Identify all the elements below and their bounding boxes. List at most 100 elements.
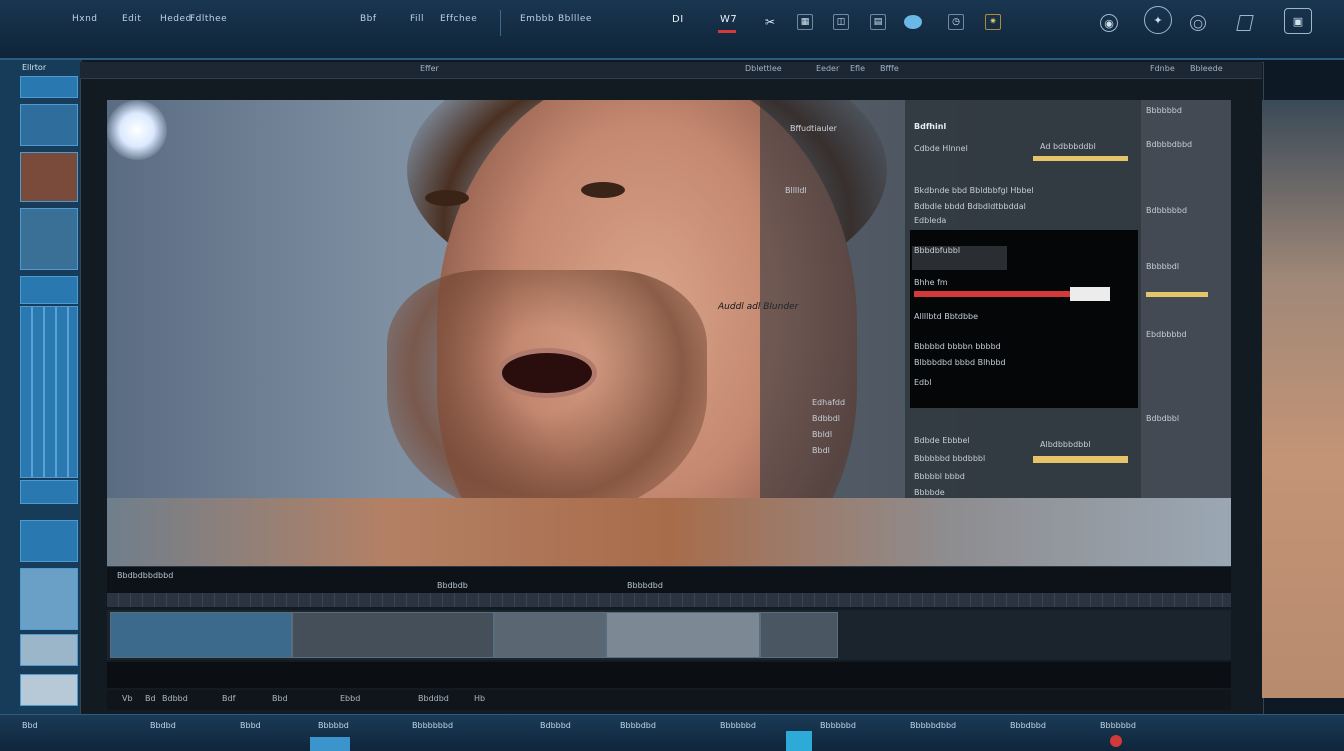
monitor-icon[interactable]: ▣ [1284,8,1312,34]
taskbar-item-9[interactable]: Bbbbbbd [820,721,856,730]
menu-item-8[interactable]: Embbb [520,14,554,24]
footer-label-5[interactable]: Bbd [272,694,288,703]
bottom-row-2[interactable]: Bbbbbbd bbdbbbl [914,454,985,463]
level-handle[interactable] [1070,287,1110,301]
search-icon[interactable]: ○ [1190,15,1206,31]
footer-label-2[interactable]: Bd [145,694,156,703]
left-panel-thumb-5[interactable] [20,276,78,304]
menu-item-1[interactable]: Hxnd [72,14,98,24]
taskbar-highlight[interactable] [786,731,812,751]
menu-item-6[interactable]: Fill [410,14,424,24]
bottom-row-1[interactable]: Bdbde Ebbbel [914,436,970,445]
properties-header: Bdfhinl [914,122,947,131]
viewer-lower-frame [107,498,1231,566]
timeline-clip[interactable] [606,612,760,658]
yellow-slider-1[interactable] [1033,156,1128,161]
right-col-item-2[interactable]: Bdbbbdbbd [1146,140,1192,149]
lens-icon[interactable] [904,15,922,29]
left-panel-thumb-4[interactable] [20,208,78,270]
taskbar-active-tab[interactable] [310,737,350,751]
taskbar-item-11[interactable]: Bbbdbbd [1010,721,1046,730]
clock-icon[interactable]: ◷ [948,14,964,30]
window-label-2[interactable]: Efle [850,64,865,73]
effect-line-2: Bbbbbd bbbbn bbbbd [914,342,1001,351]
taskbar-item-1[interactable]: Bbd [22,721,38,730]
camera-icon[interactable]: ◫ [833,14,849,30]
readout-2: W7 [720,14,738,25]
properties-row-2[interactable]: Bkdbnde bbd Bbldbbfgl Hbbel [914,186,1034,195]
timeline-empty-track[interactable] [107,662,1231,688]
left-panel-thumb-8[interactable] [20,568,78,630]
window-label-4[interactable]: Fdnbe [1150,64,1175,73]
taskbar-item-2[interactable]: Bbdbd [150,721,176,730]
right-col-item-1[interactable]: Bbbbbbd [1146,106,1182,115]
timeline-label-2: Bbdbdb [437,581,468,590]
timeline-clip[interactable] [292,612,494,658]
right-col-item-4[interactable]: Bbbbbdl [1146,262,1179,271]
mid-label-2: Bdbbdl [812,414,841,423]
window-label-5[interactable]: Bbleede [1190,64,1223,73]
window-label-1[interactable]: Eeder [816,64,839,73]
menu-item-2[interactable]: Edit [122,14,141,24]
secondary-preview [1262,100,1344,698]
right-col-item-6[interactable]: Bdbdbbl [1146,414,1179,423]
gear-icon[interactable]: ✦ [1144,6,1172,34]
left-panel-thumb-3[interactable] [20,152,78,202]
left-panel-thumb-7[interactable] [20,520,78,562]
crop-icon[interactable]: ✂ [762,14,778,30]
properties-row-1[interactable]: Cdbde Hlnnel [914,144,968,153]
footer-label-3[interactable]: Bdbbd [162,694,188,703]
yellow-slider-2[interactable] [1033,456,1128,463]
menu-item-4[interactable]: Fdlthee [190,14,227,24]
taskbar-item-6[interactable]: Bdbbbd [540,721,571,730]
timeline-clip[interactable] [110,612,292,658]
timeline-clip[interactable] [494,612,606,658]
taskbar-item-4[interactable]: Bbbbbd [318,721,349,730]
window-tab-1[interactable]: Effer [420,64,439,73]
taskbar-item-8[interactable]: Bbbbbbd [720,721,756,730]
left-panel-thumb-6[interactable] [20,480,78,504]
left-panel-thumb-2[interactable] [20,104,78,146]
properties-row-3[interactable]: Bdbdle bbdd Bdbdldtbbddal [914,202,1026,211]
taskbar-item-10[interactable]: Bbbbbdbbd [910,721,956,730]
taskbar-item-3[interactable]: Bbbd [240,721,261,730]
footer-label-6[interactable]: Ebbd [340,694,360,703]
effect-section-title: Bbbdbfubbl [914,246,961,255]
timeline-ruler[interactable] [107,593,1231,607]
window-tab-2[interactable]: Dblettlee [745,64,782,73]
window-header: Effer Dblettlee Eeder Efle Bfffe Fdnbe B… [80,62,1262,79]
footer-label-4[interactable]: Bdf [222,694,235,703]
footer-label-8[interactable]: Hb [474,694,485,703]
taskbar-item-7[interactable]: Bbbbdbd [620,721,656,730]
footer-label-1[interactable]: Vb [122,694,133,703]
taskbar-item-5[interactable]: Bbbbbbbd [412,721,453,730]
right-col-item-3[interactable]: Bdbbbbbd [1146,206,1187,215]
layer-icon[interactable] [1236,15,1254,31]
window-label-3[interactable]: Bfffe [880,64,899,73]
menu-item-9[interactable]: Bblllee [558,14,592,24]
properties-row-4[interactable]: Edbleda [914,216,946,225]
menu-item-7[interactable]: Effchee [440,14,477,24]
taskbar-item-12[interactable]: Bbbbbbd [1100,721,1136,730]
overlay-mid-text-2: Blllldl [785,186,807,195]
left-panel-thumb-9[interactable] [20,634,78,666]
footer-label-7[interactable]: Bbddbd [418,694,449,703]
record-indicator [718,30,736,33]
left-panel-thumb-1[interactable] [20,76,78,98]
bottom-row-3[interactable]: Bbbbbl bbbd [914,472,965,481]
right-col-slider[interactable] [1146,292,1208,297]
settings-icon[interactable]: ◉ [1100,14,1118,32]
timeline-clip[interactable] [760,612,838,658]
left-panel-meter[interactable] [20,306,78,478]
left-panel-thumb-10[interactable] [20,674,78,706]
menu-item-3[interactable]: Heded [160,14,192,24]
paint-icon[interactable]: ▦ [797,14,813,30]
star-icon[interactable]: ✷ [985,14,1001,30]
taskbar-record-icon[interactable] [1110,735,1122,747]
right-col-item-5[interactable]: Ebdbbbbd [1146,330,1187,339]
menu-item-5[interactable]: Bbf [360,14,377,24]
readout-1: DI [672,14,684,25]
grid-icon[interactable]: ▤ [870,14,886,30]
red-level-bar[interactable] [914,291,1074,297]
bottom-row-4[interactable]: Bbbbde [914,488,945,497]
